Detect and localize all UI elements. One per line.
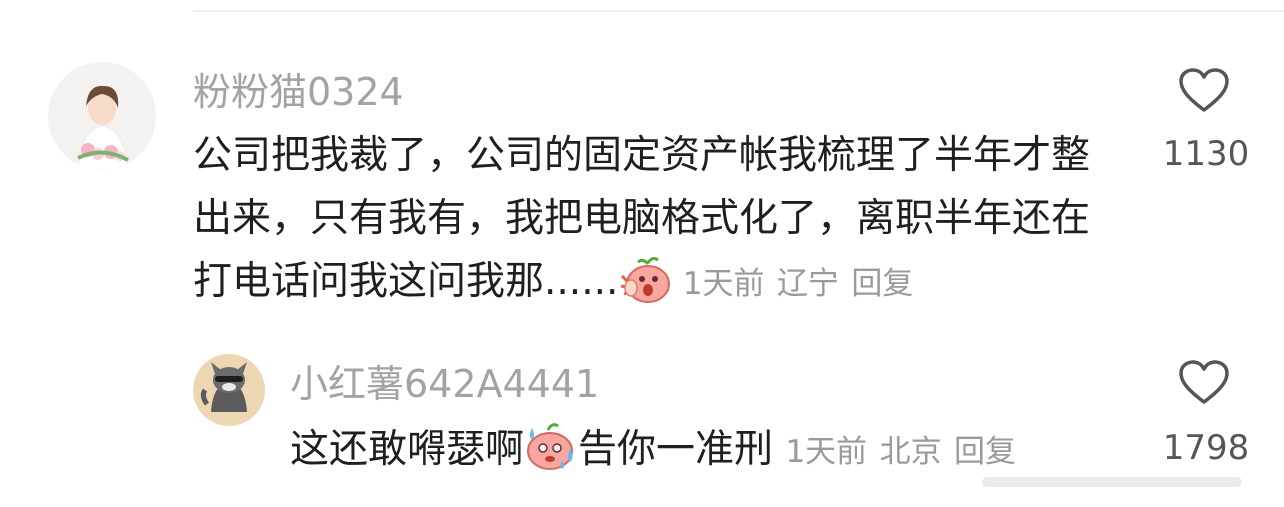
avatar[interactable] — [193, 354, 265, 426]
comment-location: 辽宁 — [776, 266, 839, 302]
username[interactable]: 粉粉猫0324 — [193, 70, 404, 114]
reply-button[interactable]: 回复 — [954, 434, 1016, 470]
comment-text: 这还敢嘚瑟啊 告你一准刑 1天前 北京 回复 — [290, 418, 1016, 491]
reply-button[interactable]: 回复 — [851, 266, 913, 302]
heart-outline-icon[interactable] — [1178, 360, 1230, 410]
avatar[interactable] — [48, 62, 156, 170]
watermark — [962, 467, 1272, 497]
like-count: 1130 — [1162, 134, 1250, 174]
comment-text: 公司把我裁了，公司的固定资产帐我梳理了半年才整出来，只有我有，我把电脑格式化了，… — [193, 124, 1123, 323]
comment-body: 这还敢嘚瑟啊 — [290, 427, 525, 472]
comment-body-end: 告你一准刑 — [578, 427, 774, 472]
comment-time: 1天前 — [682, 266, 765, 302]
shocked-face-emoji — [618, 256, 671, 323]
heart-outline-icon[interactable] — [1178, 68, 1230, 118]
username[interactable]: 小红薯642A4441 — [290, 362, 599, 406]
sweat-face-emoji — [524, 422, 578, 491]
divider — [193, 10, 1284, 12]
like-count: 1798 — [1162, 428, 1250, 468]
comment-location: 北京 — [879, 434, 942, 470]
comment-time: 1天前 — [785, 434, 868, 470]
